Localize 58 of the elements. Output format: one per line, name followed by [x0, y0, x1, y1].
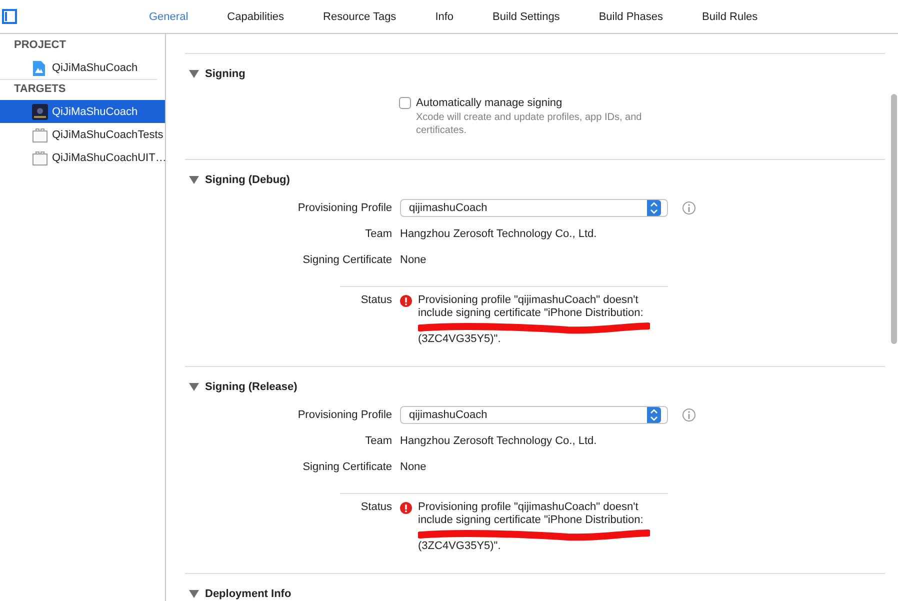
section-title: Deployment Info [205, 588, 292, 600]
tab[interactable]: Build Rules [702, 10, 758, 22]
tab[interactable]: Capabilities [227, 10, 284, 22]
field-label: Signing Certificate [302, 460, 392, 475]
profile-popup[interactable]: qijimashuCoach [400, 406, 668, 424]
bundle-icon [32, 126, 48, 142]
status-message: include signing certificate "iPhone Distribution: [418, 307, 644, 320]
field-label: Signing Certificate [302, 253, 392, 268]
tab[interactable]: Resource Tags [323, 10, 396, 22]
info-icon[interactable] [682, 408, 696, 422]
target-item[interactable]: QiJiMaShuCoachTests [0, 123, 165, 146]
tab[interactable]: Build Phases [598, 10, 664, 22]
error-icon [400, 295, 412, 307]
section-title: Signing [205, 68, 246, 80]
status-message: Provisioning profile "qijimashuCoach" doesn't [418, 294, 640, 307]
target-label: QiJiMaShuCoach [52, 62, 138, 74]
help-text: Xcode will create and update profiles, app IDs, and certificates. [416, 111, 643, 137]
status-message: (3ZC4VG35Y5)". [418, 333, 502, 346]
target-item[interactable]: QiJiMaShuCoach [0, 100, 165, 123]
target-label: QiJiMaShuCoach [52, 106, 138, 118]
status-message: Provisioning profile "qijimashuCoach" doesn't [418, 501, 640, 514]
profile-popup[interactable]: qijimashuCoach [400, 199, 668, 217]
section-title: Signing (Debug) [205, 174, 290, 186]
field-label: Status [360, 501, 392, 514]
field-label: Team [364, 434, 392, 449]
field-value: Hangzhou Zerosoft Technology Co., Ltd. [400, 435, 597, 447]
target-label: QiJiMaShuCoachUIT… [52, 152, 166, 164]
section-title: Signing (Release) [205, 381, 298, 393]
target-label: QiJiMaShuCoachTests [52, 128, 164, 140]
disclosure-triangle-icon[interactable] [189, 175, 199, 185]
scrollbar-thumb[interactable] [891, 94, 897, 344]
disclosure-triangle-icon[interactable] [189, 382, 199, 392]
field-value: Hangzhou Zerosoft Technology Co., Ltd. [400, 228, 597, 240]
project-file-icon [32, 60, 48, 76]
field-value: None [400, 461, 426, 473]
disclosure-triangle-icon[interactable] [189, 69, 199, 79]
field-label: Status [360, 294, 392, 307]
tab[interactable]: General [149, 10, 188, 22]
group-heading: PROJECT [13, 38, 67, 53]
bundle-icon [32, 150, 48, 166]
field-label: Team [364, 227, 392, 242]
error-icon [400, 502, 412, 514]
field-label: Provisioning Profile [296, 201, 392, 216]
group-heading: TARGETS [13, 82, 67, 97]
tab[interactable]: Build Settings [492, 10, 560, 22]
target-item[interactable]: QiJiMaShuCoachUIT… [0, 146, 165, 169]
tab[interactable]: Info [435, 10, 454, 22]
target-item[interactable]: QiJiMaShuCoach [0, 56, 165, 79]
sidebar-toggle-icon[interactable] [2, 9, 17, 24]
field-value: None [400, 254, 426, 266]
status-message: include signing certificate "iPhone Distribution: [418, 514, 644, 527]
status-message: (3ZC4VG35Y5)". [418, 540, 502, 553]
disclosure-triangle-icon[interactable] [189, 589, 199, 599]
checkbox-label: Automatically manage signing [416, 96, 562, 108]
app-icon [32, 104, 48, 120]
checkbox[interactable] [399, 96, 411, 108]
field-label: Provisioning Profile [296, 408, 392, 423]
info-icon[interactable] [682, 201, 696, 215]
